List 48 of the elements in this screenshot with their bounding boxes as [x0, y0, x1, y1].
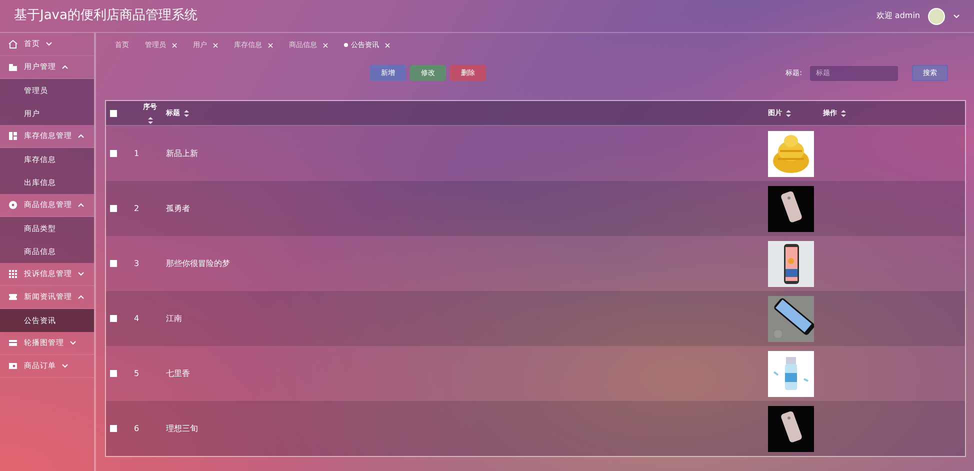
sort-icon[interactable]	[786, 110, 791, 116]
disc-icon	[8, 200, 18, 210]
news-title: 七里香	[166, 368, 190, 378]
row-checkbox[interactable]	[110, 315, 117, 322]
close-icon[interactable]	[213, 42, 218, 48]
grid-icon	[8, 269, 18, 279]
dashboard-icon	[8, 131, 18, 141]
news-title: 新品上新	[166, 148, 198, 158]
chevron-up-icon	[62, 65, 68, 69]
card-icon	[8, 338, 18, 348]
chevron-down-icon	[70, 341, 76, 345]
close-icon[interactable]	[385, 42, 390, 48]
chevron-down-icon	[46, 42, 52, 46]
welcome-text: 欢迎 admin	[876, 10, 920, 22]
row-checkbox[interactable]	[110, 425, 117, 432]
row-checkbox[interactable]	[110, 370, 117, 377]
sort-icon[interactable]	[148, 116, 152, 124]
chevron-down-icon[interactable]	[953, 14, 960, 18]
row-number: 5	[134, 368, 140, 378]
building-icon	[8, 62, 18, 72]
row-checkbox[interactable]	[110, 260, 117, 267]
close-icon[interactable]	[268, 42, 273, 48]
row-number: 3	[134, 258, 140, 268]
home-icon	[8, 39, 18, 49]
app-title: 基于Java的便利店商品管理系统	[14, 7, 198, 26]
sort-icon[interactable]	[841, 110, 846, 116]
row-number: 2	[134, 204, 140, 212]
news-title: 江南	[166, 314, 182, 322]
chevron-up-icon	[78, 203, 84, 207]
wallet-icon	[8, 361, 18, 371]
news-title: 理想三旬	[166, 424, 198, 432]
avatar[interactable]	[928, 8, 945, 24]
chevron-up-icon	[78, 134, 84, 138]
news-title: 那些你很冒险的梦	[166, 258, 230, 268]
row-number: 6	[134, 424, 140, 432]
row-checkbox[interactable]	[110, 205, 117, 212]
chevron-down-icon	[78, 272, 84, 276]
row-checkbox[interactable]	[110, 150, 117, 157]
select-all-checkbox[interactable]	[110, 110, 117, 116]
news-title: 孤勇者	[166, 204, 190, 212]
close-icon[interactable]	[323, 42, 328, 48]
sort-icon[interactable]	[184, 110, 189, 116]
row-number: 1	[134, 148, 140, 158]
close-icon[interactable]	[172, 42, 177, 48]
chevron-down-icon	[62, 364, 68, 368]
chevron-up-icon	[78, 295, 84, 299]
row-number: 4	[134, 314, 140, 322]
ticket-icon	[8, 292, 18, 302]
